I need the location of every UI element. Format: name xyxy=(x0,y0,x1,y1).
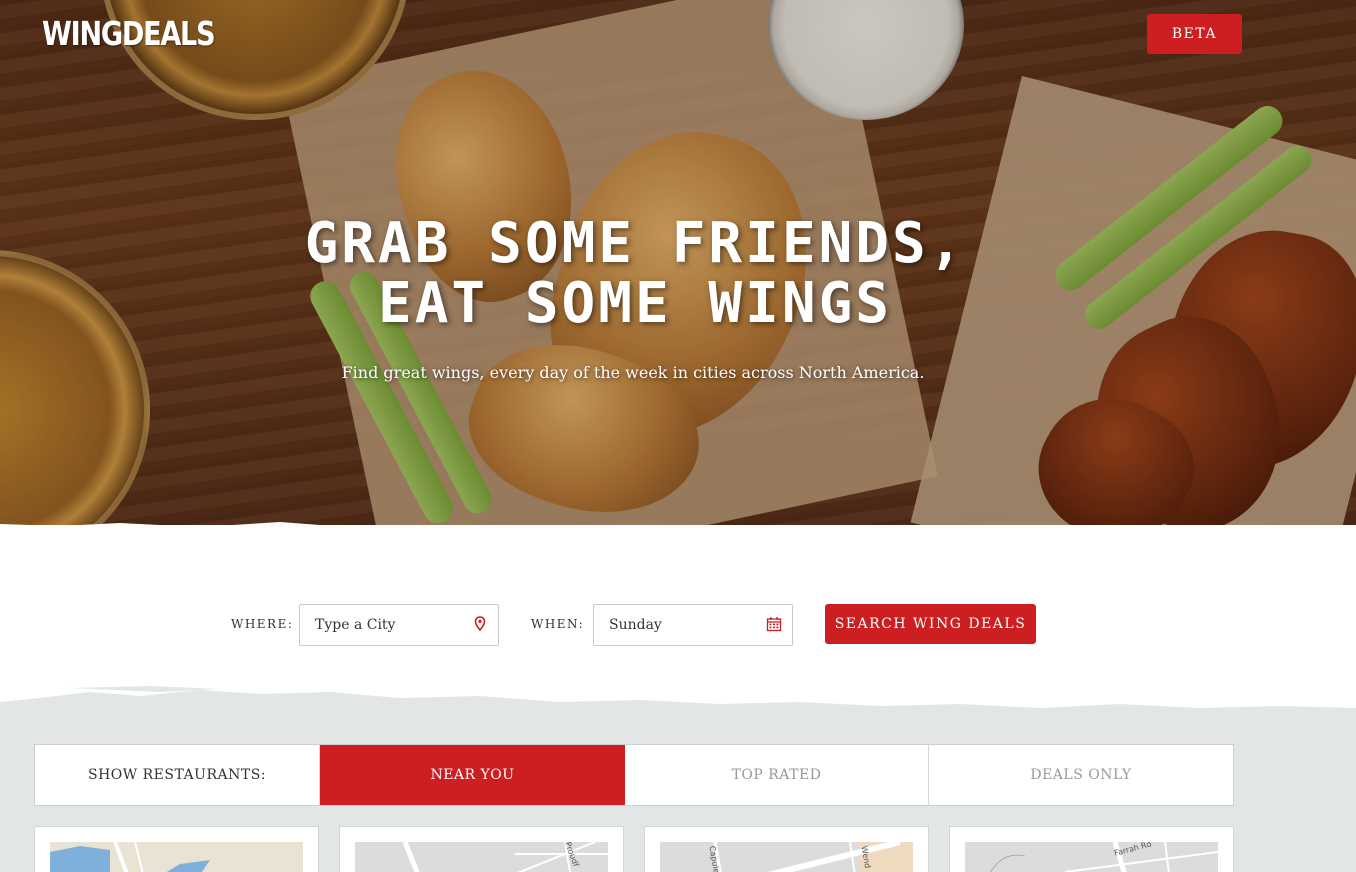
restaurant-card[interactable]: Capulet Wend xyxy=(644,826,929,872)
restaurant-map-thumbnail[interactable]: Proudf xyxy=(355,842,608,872)
headline-line-1: GRAB SOME FRIENDS, xyxy=(304,211,966,276)
restaurant-card[interactable] xyxy=(34,826,319,872)
restaurant-map-thumbnail[interactable]: Farrah Rd xyxy=(965,842,1218,872)
restaurant-card[interactable]: Proudf xyxy=(339,826,624,872)
search-wing-deals-button[interactable]: SEARCH WING DEALS xyxy=(825,604,1036,644)
city-input-placeholder: Type a City xyxy=(315,617,396,633)
calendar-icon xyxy=(766,617,782,632)
restaurant-filter-tabs: SHOW RESTAURANTS: NEAR YOU TOP RATED DEA… xyxy=(34,744,1234,806)
hero-subheadline: Find great wings, every day of the week … xyxy=(341,363,925,382)
brush-divider-gray xyxy=(0,686,1356,728)
map-graphic: Capulet Wend xyxy=(707,842,913,872)
where-label: WHERE: xyxy=(231,617,294,631)
day-select-value: Sunday xyxy=(609,617,662,633)
tab-top-rated[interactable]: TOP RATED xyxy=(625,745,929,805)
restaurant-map-thumbnail[interactable]: Capulet Wend xyxy=(660,842,913,872)
map-street-label: Farrah Rd xyxy=(1113,842,1152,858)
map-graphic xyxy=(50,842,210,872)
hero-headline: GRAB SOME FRIENDS, EAT SOME WINGS xyxy=(0,214,1270,334)
map-street-label: Capulet xyxy=(707,845,721,872)
headline-line-2: EAT SOME WINGS xyxy=(377,271,892,336)
day-select-input[interactable]: Sunday xyxy=(593,604,793,646)
map-pin-icon xyxy=(474,616,486,632)
map-street-label: Proudf xyxy=(563,842,580,868)
map-graphic: Farrah Rd xyxy=(990,842,1218,872)
city-search-input[interactable]: Type a City xyxy=(299,604,499,646)
map-graphic: Proudf xyxy=(402,842,608,872)
tab-deals-only[interactable]: DEALS ONLY xyxy=(929,745,1233,805)
tab-near-you[interactable]: NEAR YOU xyxy=(320,745,625,805)
wingdeals-logo[interactable]: WINGDEALS xyxy=(42,14,216,53)
when-label: WHEN: xyxy=(531,617,585,631)
restaurant-map-thumbnail[interactable] xyxy=(50,842,303,872)
restaurant-card[interactable]: Farrah Rd xyxy=(949,826,1234,872)
beta-button[interactable]: BETA xyxy=(1147,14,1242,54)
show-restaurants-label: SHOW RESTAURANTS: xyxy=(35,745,320,805)
